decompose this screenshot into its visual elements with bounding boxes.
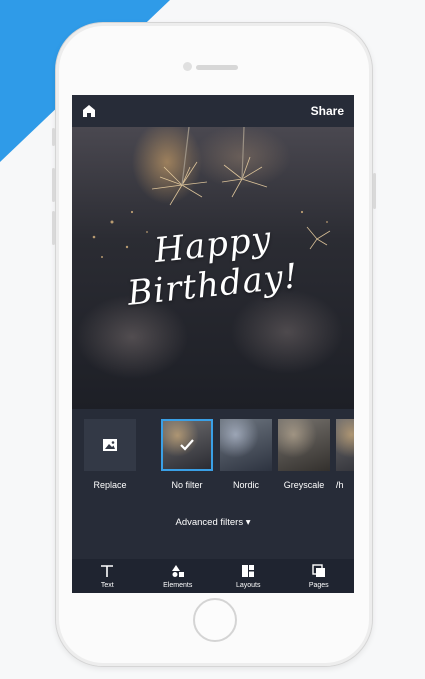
- filter-thumb-partial: [336, 419, 354, 471]
- tab-label: Layouts: [235, 581, 261, 589]
- tab-label: Text: [100, 581, 114, 589]
- speaker-grille: [196, 65, 238, 70]
- volume-up-button: [52, 168, 55, 202]
- tab-label: Elements: [163, 581, 193, 589]
- greeting-text[interactable]: Happy Birthday!: [72, 219, 354, 314]
- tab-label: Pages: [308, 581, 329, 589]
- tab-pages[interactable]: Pages: [284, 559, 355, 593]
- filter-label: Wh: [336, 480, 344, 490]
- design-canvas[interactable]: Happy Birthday!: [72, 127, 354, 409]
- filter-thumb-nordic: [220, 419, 272, 471]
- mute-switch: [52, 128, 55, 146]
- replace-label: Replace: [93, 480, 127, 490]
- filter-thumb-no-filter: [161, 419, 213, 471]
- tab-layouts[interactable]: Layouts: [213, 559, 284, 593]
- volume-down-button: [52, 211, 55, 245]
- replace-button[interactable]: Replace: [84, 419, 136, 499]
- filter-partial[interactable]: Wh: [336, 419, 354, 499]
- checkmark-icon: [163, 421, 211, 469]
- front-camera: [183, 62, 192, 71]
- filter-thumb-greyscale: [278, 419, 330, 471]
- filter-greyscale[interactable]: Greyscale: [278, 419, 330, 499]
- filter-nordic[interactable]: Nordic: [220, 419, 272, 499]
- replace-thumb: [84, 419, 136, 471]
- pages-icon: [312, 563, 326, 580]
- tab-elements[interactable]: Elements: [143, 559, 214, 593]
- filter-strip: Replace No filter Nordic Greyscale Wh: [72, 419, 354, 499]
- home-icon[interactable]: [82, 104, 96, 118]
- text-icon: [100, 564, 114, 580]
- share-button[interactable]: Share: [311, 104, 344, 118]
- image-icon: [102, 437, 118, 453]
- advanced-filters-link[interactable]: Advanced filters ▾: [72, 517, 354, 528]
- filter-no-filter[interactable]: No filter: [161, 419, 213, 499]
- layouts-icon: [241, 564, 255, 580]
- home-button[interactable]: [193, 598, 237, 642]
- top-bar: Share: [72, 95, 354, 127]
- bottom-tab-bar: Text Elements Layouts Pages: [72, 559, 354, 593]
- elements-icon: [171, 564, 185, 580]
- app-screen: Share Happy Birthday! Replace No filter …: [72, 95, 354, 593]
- tab-text[interactable]: Text: [72, 559, 143, 593]
- power-button: [373, 173, 376, 209]
- filter-label: Greyscale: [283, 480, 325, 490]
